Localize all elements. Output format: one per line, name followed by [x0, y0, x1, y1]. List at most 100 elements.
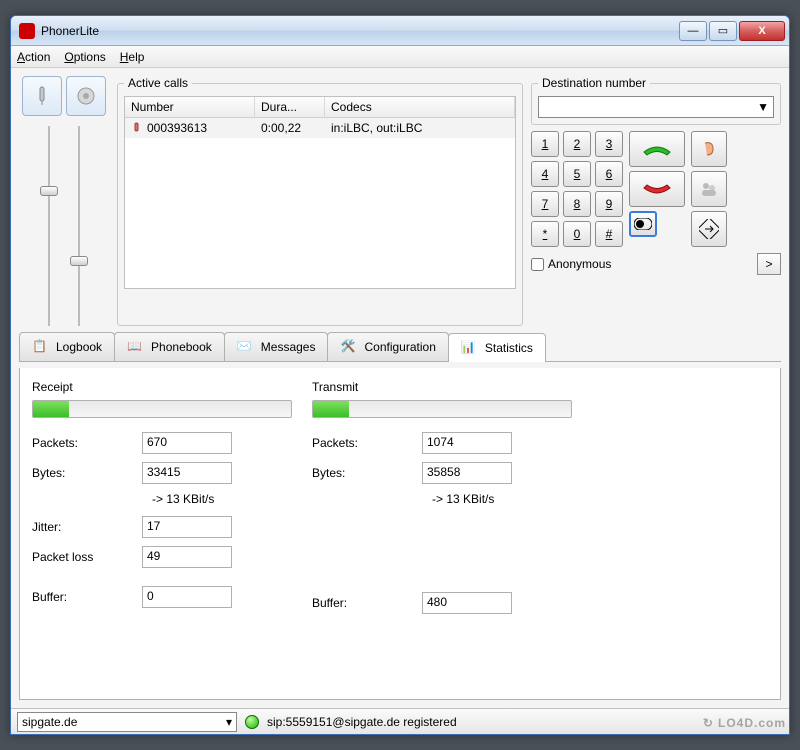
titlebar[interactable]: PhonerLite — ▭ X [11, 16, 789, 46]
menu-options[interactable]: Options [64, 50, 105, 64]
menu-action[interactable]: Action [17, 50, 50, 64]
speaker-volume-slider[interactable] [70, 126, 88, 326]
key-6[interactable]: 6 [595, 161, 623, 187]
key-8[interactable]: 8 [563, 191, 591, 217]
destination-combo[interactable]: ▼ [538, 96, 774, 118]
receipt-block: Receipt Packets:670 Bytes:33415 -> 13 KB… [32, 380, 292, 687]
envelope-icon: ✉️ [237, 339, 255, 355]
key-hash[interactable]: # [595, 221, 623, 247]
receipt-jitter-label: Jitter: [32, 520, 142, 534]
anonymous-checkbox[interactable]: Anonymous [531, 257, 611, 271]
col-codecs[interactable]: Codecs [325, 97, 515, 117]
audio-column [19, 76, 109, 326]
transmit-title: Transmit [312, 380, 572, 394]
phone-hangup-icon [640, 180, 674, 198]
statusbar: sipgate.de▾ sip:5559151@sipgate.de regis… [11, 708, 789, 734]
maximize-button[interactable]: ▭ [709, 21, 737, 41]
receipt-packets-label: Packets: [32, 436, 142, 450]
receipt-title: Receipt [32, 380, 292, 394]
active-calls-legend: Active calls [124, 76, 192, 90]
call-codecs: in:iLBC, out:iLBC [325, 118, 515, 138]
key-2[interactable]: 2 [563, 131, 591, 157]
receipt-buffer-label: Buffer: [32, 590, 142, 604]
active-calls-panel: Active calls Number Dura... Codecs 00039… [117, 76, 523, 326]
microphone-button[interactable] [22, 76, 62, 116]
tools-icon: 🛠️ [340, 339, 358, 355]
key-0[interactable]: 0 [563, 221, 591, 247]
phone-pickup-icon [640, 140, 674, 158]
ear-icon [699, 139, 719, 159]
key-1[interactable]: 1 [531, 131, 559, 157]
transmit-rate: -> 13 KBit/s [432, 492, 572, 506]
people-icon [699, 179, 719, 199]
call-row[interactable]: 000393613 0:00,22 in:iLBC, out:iLBC [125, 118, 515, 138]
receipt-bytes-value: 33415 [142, 462, 232, 484]
expand-button[interactable]: > [757, 253, 781, 275]
conference-button[interactable] [691, 171, 727, 207]
dialpad: 1 2 3 4 5 6 7 8 9 * 0 # [531, 131, 623, 247]
destination-panel: Destination number ▼ [531, 76, 781, 125]
dial-button[interactable] [629, 131, 685, 167]
key-5[interactable]: 5 [563, 161, 591, 187]
hangup-button[interactable] [629, 171, 685, 207]
app-window: PhonerLite — ▭ X Action Options Help [10, 15, 790, 735]
call-number: 000393613 [147, 121, 207, 135]
tab-messages[interactable]: ✉️Messages [224, 332, 329, 361]
receipt-loss-label: Packet loss [32, 550, 142, 564]
transmit-block: Transmit Packets:1074 Bytes:35858 -> 13 … [312, 380, 572, 687]
receipt-progress [32, 400, 292, 418]
receipt-loss-value: 49 [142, 546, 232, 568]
minimize-button[interactable]: — [679, 21, 707, 41]
key-4[interactable]: 4 [531, 161, 559, 187]
transmit-bytes-label: Bytes: [312, 466, 422, 480]
chevron-down-icon: ▾ [226, 715, 232, 729]
hold-button[interactable] [691, 131, 727, 167]
col-number[interactable]: Number [125, 97, 255, 117]
speaker-icon [75, 85, 97, 107]
call-mic-icon [131, 122, 143, 134]
active-calls-table: Number Dura... Codecs 000393613 0:00,22 … [124, 96, 516, 289]
receipt-jitter-value: 17 [142, 516, 232, 538]
statistics-panel: Receipt Packets:670 Bytes:33415 -> 13 KB… [19, 368, 781, 700]
col-duration[interactable]: Dura... [255, 97, 325, 117]
transfer-button[interactable] [691, 211, 727, 247]
transmit-buffer-label: Buffer: [312, 596, 422, 610]
call-duration: 0:00,22 [255, 118, 325, 138]
arrow-right-icon [699, 219, 719, 239]
status-text: sip:5559151@sipgate.de registered [267, 715, 457, 729]
receipt-packets-value: 670 [142, 432, 232, 454]
tabbar: 📋Logbook 📖Phonebook ✉️Messages 🛠️Configu… [19, 332, 781, 362]
destination-legend: Destination number [538, 76, 650, 90]
speaker-button[interactable] [66, 76, 106, 116]
transmit-progress [312, 400, 572, 418]
key-star[interactable]: * [531, 221, 559, 247]
window-title: PhonerLite [41, 24, 679, 38]
receipt-rate: -> 13 KBit/s [152, 492, 292, 506]
key-7[interactable]: 7 [531, 191, 559, 217]
chart-icon: 📊 [461, 340, 479, 356]
receipt-buffer-value: 0 [142, 586, 232, 608]
close-button[interactable]: X [739, 21, 785, 41]
tab-phonebook[interactable]: 📖Phonebook [114, 332, 225, 361]
menubar: Action Options Help [11, 46, 789, 68]
tab-logbook[interactable]: 📋Logbook [19, 332, 115, 361]
mic-volume-slider[interactable] [40, 126, 58, 326]
profile-combo[interactable]: sipgate.de▾ [17, 712, 237, 732]
transmit-buffer-value: 480 [422, 592, 512, 614]
logbook-icon: 📋 [32, 339, 50, 355]
transmit-bytes-value: 35858 [422, 462, 512, 484]
key-3[interactable]: 3 [595, 131, 623, 157]
dnd-button[interactable] [629, 211, 657, 237]
key-9[interactable]: 9 [595, 191, 623, 217]
toggle-icon [634, 218, 652, 230]
app-icon [19, 23, 35, 39]
tab-configuration[interactable]: 🛠️Configuration [327, 332, 448, 361]
receipt-bytes-label: Bytes: [32, 466, 142, 480]
phonebook-icon: 📖 [127, 339, 145, 355]
tab-statistics[interactable]: 📊Statistics [448, 333, 546, 362]
status-led-icon [245, 715, 259, 729]
menu-help[interactable]: Help [120, 50, 145, 64]
transmit-packets-value: 1074 [422, 432, 512, 454]
chevron-down-icon: ▼ [757, 100, 769, 114]
watermark: ↻LO4D.com [703, 716, 786, 730]
